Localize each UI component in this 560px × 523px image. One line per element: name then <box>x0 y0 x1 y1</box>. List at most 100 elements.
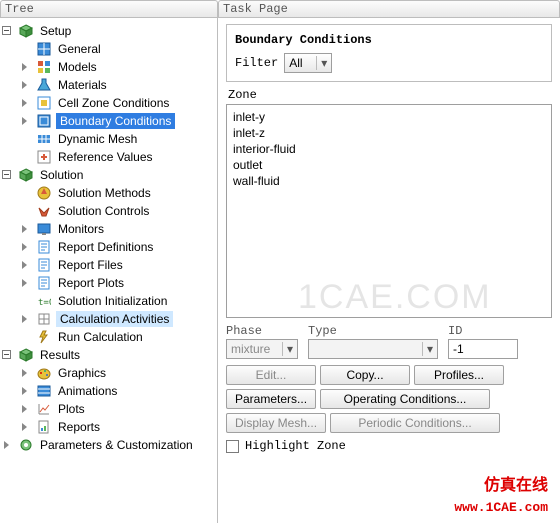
expand-icon[interactable] <box>2 350 11 359</box>
profiles-button[interactable]: Profiles... <box>414 365 504 385</box>
chevron-right-icon[interactable] <box>22 243 27 251</box>
tree-label: Solution Controls <box>56 203 151 219</box>
tree-general[interactable]: General <box>34 40 217 58</box>
tree-cell-zone[interactable]: Cell Zone Conditions <box>34 94 217 112</box>
tree-label: Materials <box>56 77 109 93</box>
type-combo[interactable]: ▾ <box>308 339 438 359</box>
list-item[interactable]: wall-fluid <box>231 173 547 189</box>
id-label: ID <box>448 324 518 338</box>
tree-reference-values[interactable]: Reference Values <box>34 148 217 166</box>
chevron-right-icon[interactable] <box>22 387 27 395</box>
filter-value: All <box>289 56 302 70</box>
tree-dynamic-mesh[interactable]: Dynamic Mesh <box>34 130 217 148</box>
chevron-right-icon[interactable] <box>22 423 27 431</box>
chevron-right-icon[interactable] <box>22 369 27 377</box>
cube-icon <box>18 167 34 183</box>
tree-panel-header: Tree <box>0 0 218 17</box>
tree-label: Report Files <box>56 257 125 273</box>
models-icon <box>36 59 52 75</box>
tree-label: Calculation Activities <box>56 311 173 327</box>
methods-icon <box>36 185 52 201</box>
periodic-conditions-button[interactable]: Periodic Conditions... <box>330 413 500 433</box>
chevron-right-icon[interactable] <box>22 405 27 413</box>
tree-label: Cell Zone Conditions <box>56 95 171 111</box>
tree-report-definitions[interactable]: Report Definitions <box>34 238 217 256</box>
chevron-down-icon: ▾ <box>422 342 433 356</box>
refval-icon <box>36 149 52 165</box>
chevron-right-icon[interactable] <box>4 441 9 449</box>
cellzone-icon <box>36 95 52 111</box>
chevron-right-icon[interactable] <box>22 63 27 71</box>
phase-combo[interactable]: mixture ▾ <box>226 339 298 359</box>
tree-report-files[interactable]: Report Files <box>34 256 217 274</box>
tree-results[interactable]: Results <box>16 346 217 364</box>
list-item[interactable]: outlet <box>231 157 547 173</box>
id-field[interactable] <box>448 339 518 359</box>
chevron-right-icon[interactable] <box>22 261 27 269</box>
chevron-right-icon[interactable] <box>22 279 27 287</box>
tree-panel: Setup General Models Materials Cell Zone… <box>0 18 218 523</box>
edit-button[interactable]: Edit... <box>226 365 316 385</box>
tree-animations[interactable]: Animations <box>34 382 217 400</box>
cube-icon <box>18 23 34 39</box>
tree-models[interactable]: Models <box>34 58 217 76</box>
tree-graphics[interactable]: Graphics <box>34 364 217 382</box>
filter-combo[interactable]: All ▾ <box>284 53 332 73</box>
list-item[interactable]: interior-fluid <box>231 141 547 157</box>
operating-conditions-button[interactable]: Operating Conditions... <box>320 389 490 409</box>
tree-label: Animations <box>56 383 119 399</box>
tree-setup[interactable]: Setup <box>16 22 217 40</box>
boundary-icon <box>36 113 52 129</box>
filter-label: Filter <box>235 56 278 70</box>
tree-run-calculation[interactable]: Run Calculation <box>34 328 217 346</box>
expand-icon[interactable] <box>2 26 11 35</box>
tree-solution-methods[interactable]: Solution Methods <box>34 184 217 202</box>
zone-listbox[interactable]: inlet-y inlet-z interior-fluid outlet wa… <box>226 104 552 318</box>
tree-plots[interactable]: Plots <box>34 400 217 418</box>
chevron-right-icon[interactable] <box>22 225 27 233</box>
chevron-right-icon[interactable] <box>22 315 27 323</box>
group-title: Boundary Conditions <box>235 33 543 47</box>
parameters-button[interactable]: Parameters... <box>226 389 316 409</box>
checkbox-label: Highlight Zone <box>245 439 346 453</box>
monitor-icon <box>36 221 52 237</box>
tree-label: Setup <box>38 23 73 39</box>
copy-button[interactable]: Copy... <box>320 365 410 385</box>
tree-label: Monitors <box>56 221 106 237</box>
mesh-icon <box>36 131 52 147</box>
tree-label: Solution Initialization <box>56 293 169 309</box>
list-item[interactable]: inlet-y <box>231 109 547 125</box>
tree-monitors[interactable]: Monitors <box>34 220 217 238</box>
tree-label: Boundary Conditions <box>56 113 175 129</box>
tree-label: Reports <box>56 419 102 435</box>
display-mesh-button[interactable]: Display Mesh... <box>226 413 326 433</box>
zone-label: Zone <box>228 88 552 102</box>
highlight-zone-checkbox[interactable]: Highlight Zone <box>226 439 552 453</box>
list-item[interactable]: inlet-z <box>231 125 547 141</box>
phase-label: Phase <box>226 324 298 338</box>
expand-icon[interactable] <box>2 170 11 179</box>
palette-icon <box>36 365 52 381</box>
tree-label: Solution <box>38 167 85 183</box>
tree-solution-init[interactable]: t=0 Solution Initialization <box>34 292 217 310</box>
controls-icon <box>36 203 52 219</box>
init-icon: t=0 <box>36 293 52 309</box>
tree-solution[interactable]: Solution <box>16 166 217 184</box>
cube-icon <box>18 347 34 363</box>
tree-label: Parameters & Customization <box>38 437 195 453</box>
chevron-right-icon[interactable] <box>22 99 27 107</box>
tree-solution-controls[interactable]: Solution Controls <box>34 202 217 220</box>
task-panel-header: Task Page <box>218 0 560 17</box>
svg-text:t=0: t=0 <box>38 298 51 308</box>
tree-label: Run Calculation <box>56 329 145 345</box>
tree-materials[interactable]: Materials <box>34 76 217 94</box>
chevron-right-icon[interactable] <box>22 117 27 125</box>
tree-parameters-customization[interactable]: Parameters & Customization <box>16 436 217 454</box>
tree-boundary-conditions[interactable]: Boundary Conditions <box>34 112 217 130</box>
tree-report-plots[interactable]: Report Plots <box>34 274 217 292</box>
tree-label: Plots <box>56 401 87 417</box>
chevron-right-icon[interactable] <box>22 81 27 89</box>
tree-calc-activities[interactable]: Calculation Activities <box>34 310 217 328</box>
watermark-cn: 仿真在线 <box>484 471 548 495</box>
tree-reports[interactable]: Reports <box>34 418 217 436</box>
